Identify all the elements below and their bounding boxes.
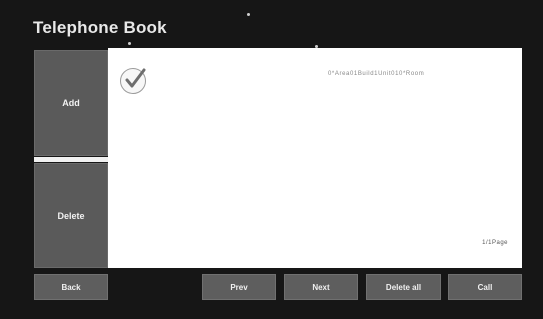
- page-title: Telephone Book: [33, 18, 167, 37]
- checkmark-icon[interactable]: [120, 68, 146, 94]
- telephone-book-screen: Telephone Book Add Delete 0*Area01Build1…: [0, 0, 543, 319]
- call-button[interactable]: Call: [448, 274, 522, 300]
- sidebar-separator: [34, 157, 108, 162]
- add-button[interactable]: Add: [34, 50, 108, 156]
- page-indicator: 1/1Page: [482, 240, 508, 246]
- decorative-dot: [128, 42, 131, 45]
- next-button[interactable]: Next: [284, 274, 358, 300]
- prev-button[interactable]: Prev: [202, 274, 276, 300]
- delete-button[interactable]: Delete: [34, 163, 108, 268]
- contact-list-panel: 0*Area01Build1Unit010*Room 1/1Page: [108, 48, 522, 268]
- back-button[interactable]: Back: [34, 274, 108, 300]
- list-item[interactable]: 0*Area01Build1Unit010*Room: [328, 71, 424, 77]
- decorative-dot: [247, 13, 250, 16]
- delete-all-button[interactable]: Delete all: [366, 274, 441, 300]
